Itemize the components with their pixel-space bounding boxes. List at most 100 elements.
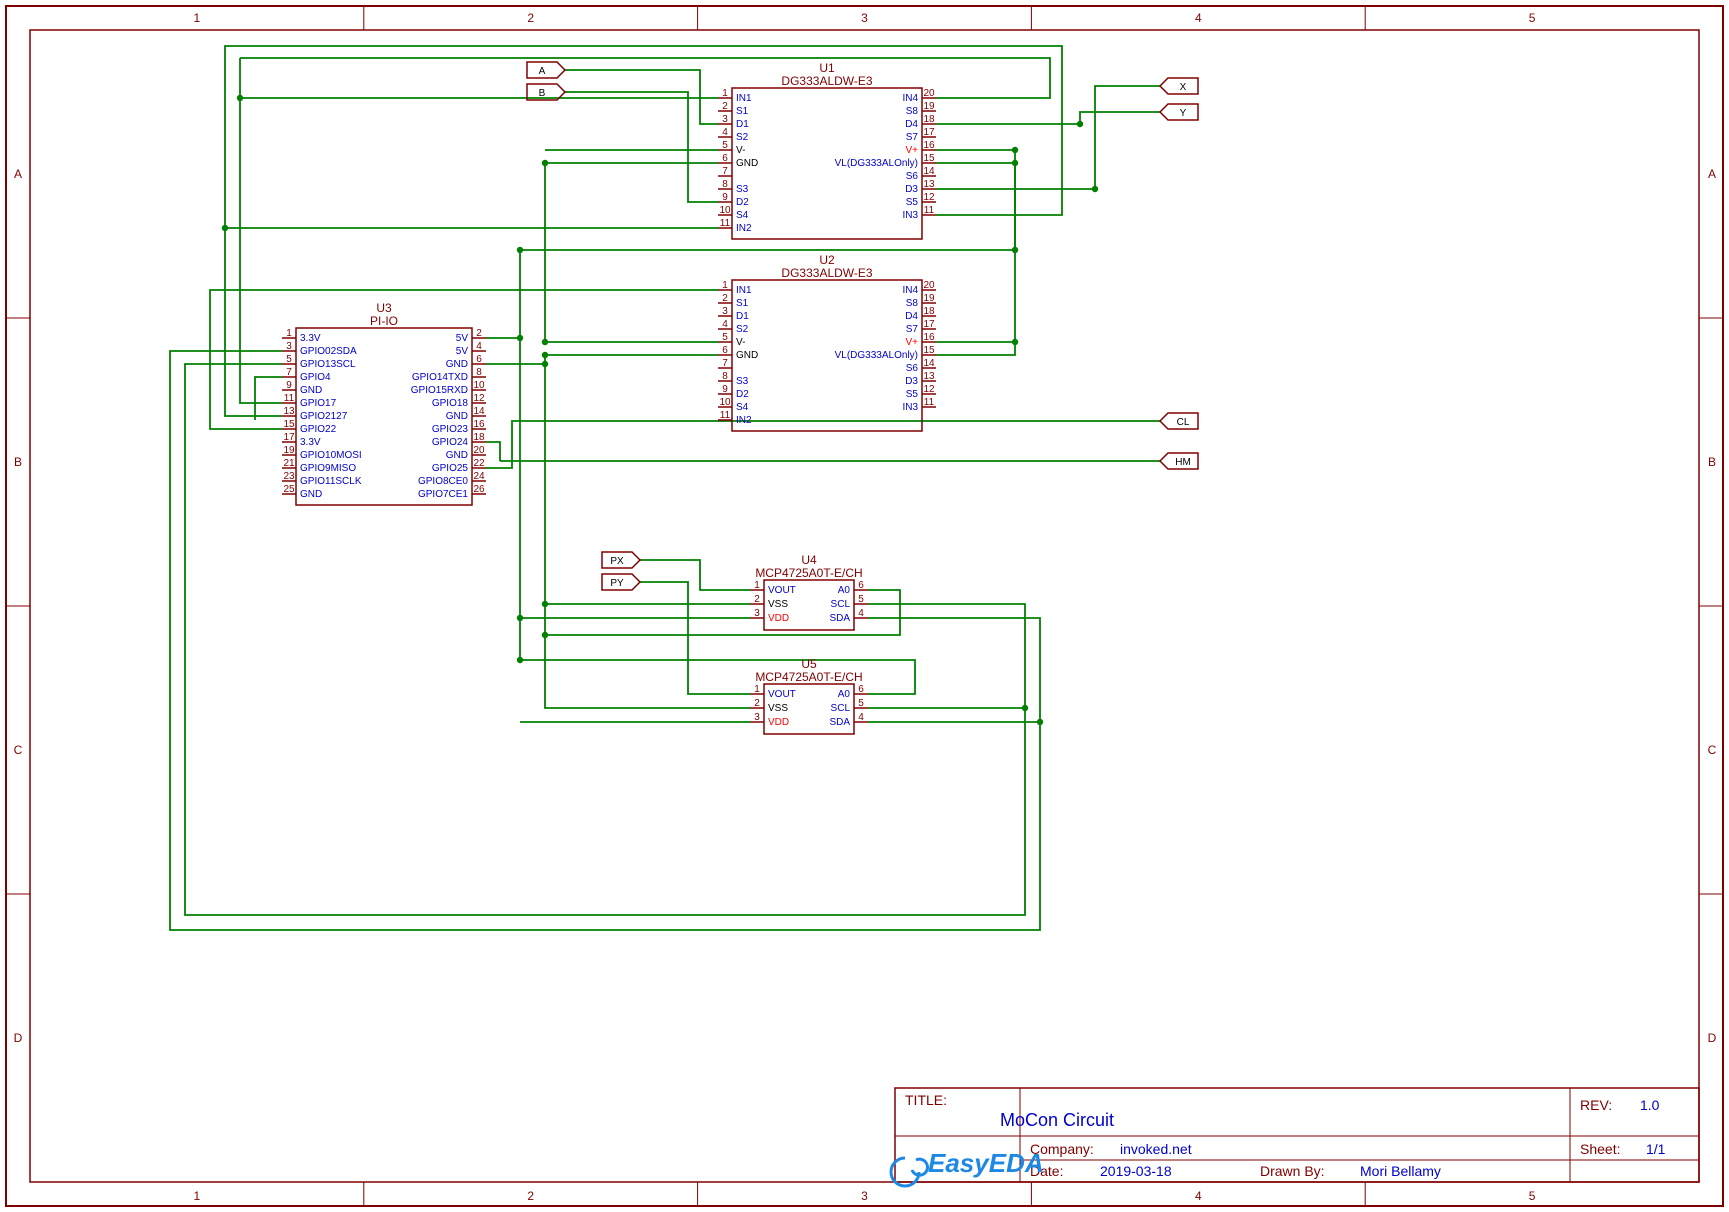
svg-text:5: 5 <box>858 594 864 605</box>
svg-text:24: 24 <box>473 471 485 482</box>
svg-text:S4: S4 <box>736 402 749 413</box>
svg-text:3: 3 <box>861 11 868 25</box>
svg-text:7: 7 <box>722 358 728 369</box>
svg-text:4: 4 <box>722 127 728 138</box>
sheet-frame-outer <box>6 6 1723 1206</box>
svg-text:GPIO24: GPIO24 <box>432 437 469 448</box>
svg-text:4: 4 <box>722 319 728 330</box>
svg-text:A: A <box>14 167 22 181</box>
svg-text:VDD: VDD <box>768 717 789 728</box>
svg-text:GPIO10MOSI: GPIO10MOSI <box>300 450 362 461</box>
rev-label: REV: <box>1580 1097 1612 1113</box>
svg-text:Y: Y <box>1180 108 1187 119</box>
svg-text:10: 10 <box>719 397 731 408</box>
svg-text:GPIO2127: GPIO2127 <box>300 411 348 422</box>
sheet-value: 1/1 <box>1646 1141 1666 1157</box>
svg-text:18: 18 <box>923 114 935 125</box>
svg-text:B: B <box>539 88 546 99</box>
netlabel-HM: HM <box>1160 453 1198 469</box>
U1-ref: U1 <box>819 61 835 75</box>
svg-text:1: 1 <box>722 280 728 291</box>
U5-component: U5MCP4725A0T-E/CH1VOUT2VSS3VDD6A05SCL4SD… <box>750 657 868 734</box>
date-value: 2019-03-18 <box>1100 1163 1172 1179</box>
svg-text:S7: S7 <box>906 324 919 335</box>
svg-text:GPIO13SCL: GPIO13SCL <box>300 359 356 370</box>
svg-text:IN1: IN1 <box>736 93 752 104</box>
svg-text:1: 1 <box>194 11 201 25</box>
svg-text:8: 8 <box>722 179 728 190</box>
svg-text:VOUT: VOUT <box>768 689 796 700</box>
svg-text:GPIO18: GPIO18 <box>432 398 469 409</box>
svg-text:VL(DG333ALOnly): VL(DG333ALOnly) <box>835 158 918 169</box>
svg-text:GND: GND <box>300 385 322 396</box>
easyeda-logo: EasyEDA <box>891 1148 1044 1186</box>
svg-text:S2: S2 <box>736 132 749 143</box>
svg-text:2: 2 <box>527 1189 534 1203</box>
U5-part: MCP4725A0T-E/CH <box>755 670 862 684</box>
svg-text:D4: D4 <box>905 311 918 322</box>
svg-text:5: 5 <box>722 332 728 343</box>
svg-text:11: 11 <box>720 410 731 421</box>
svg-text:IN4: IN4 <box>902 285 918 296</box>
drawnby-value: Mori Bellamy <box>1360 1163 1441 1179</box>
svg-text:S4: S4 <box>736 210 749 221</box>
svg-text:2: 2 <box>722 101 728 112</box>
svg-text:V+: V+ <box>905 337 918 348</box>
svg-text:GND: GND <box>446 411 468 422</box>
svg-text:D: D <box>14 1031 23 1045</box>
svg-text:2: 2 <box>476 328 482 339</box>
svg-text:5: 5 <box>858 698 864 709</box>
svg-text:20: 20 <box>473 445 485 456</box>
svg-text:PY: PY <box>610 578 624 589</box>
svg-text:1: 1 <box>722 88 728 99</box>
svg-text:16: 16 <box>923 332 935 343</box>
svg-text:S5: S5 <box>906 389 919 400</box>
svg-text:16: 16 <box>473 419 485 430</box>
svg-text:IN2: IN2 <box>736 223 752 234</box>
svg-text:17: 17 <box>923 319 935 330</box>
svg-text:14: 14 <box>473 406 485 417</box>
svg-text:11: 11 <box>284 393 295 404</box>
svg-text:3: 3 <box>861 1189 868 1203</box>
svg-text:16: 16 <box>923 140 935 151</box>
svg-text:GPIO8CE0: GPIO8CE0 <box>418 476 468 487</box>
sheet-label: Sheet: <box>1580 1141 1620 1157</box>
svg-text:A0: A0 <box>838 585 851 596</box>
svg-text:13: 13 <box>923 371 935 382</box>
svg-text:2: 2 <box>527 11 534 25</box>
svg-text:GPIO17: GPIO17 <box>300 398 337 409</box>
netlabel-PY: PY <box>602 574 640 590</box>
svg-text:20: 20 <box>923 280 935 291</box>
U3-component: U3PI-IO13.3V3GPIO02SDA5GPIO13SCL7GPIO49G… <box>282 301 486 505</box>
svg-text:23: 23 <box>283 471 295 482</box>
svg-text:12: 12 <box>923 384 935 395</box>
svg-text:3.3V: 3.3V <box>300 437 321 448</box>
svg-text:2: 2 <box>722 293 728 304</box>
svg-text:3: 3 <box>722 114 728 125</box>
svg-text:C: C <box>14 743 23 757</box>
svg-text:4: 4 <box>1195 1189 1202 1203</box>
U3-ref: U3 <box>376 301 392 315</box>
svg-text:5: 5 <box>1529 1189 1536 1203</box>
svg-text:V+: V+ <box>905 145 918 156</box>
sheet-frame-inner <box>30 30 1699 1182</box>
svg-text:S8: S8 <box>906 298 919 309</box>
svg-text:3: 3 <box>754 712 760 723</box>
svg-text:D1: D1 <box>736 311 749 322</box>
svg-text:14: 14 <box>923 166 935 177</box>
U1-part: DG333ALDW-E3 <box>781 74 872 88</box>
svg-text:S8: S8 <box>906 106 919 117</box>
svg-text:S6: S6 <box>906 363 919 374</box>
svg-text:X: X <box>1180 82 1187 93</box>
svg-text:9: 9 <box>722 384 728 395</box>
svg-text:7: 7 <box>286 367 292 378</box>
U2-part: DG333ALDW-E3 <box>781 266 872 280</box>
svg-text:5: 5 <box>722 140 728 151</box>
svg-text:A0: A0 <box>838 689 851 700</box>
svg-text:PX: PX <box>610 556 624 567</box>
svg-text:SCL: SCL <box>831 703 851 714</box>
svg-text:22: 22 <box>473 458 485 469</box>
svg-text:13: 13 <box>923 179 935 190</box>
svg-text:IN4: IN4 <box>902 93 918 104</box>
svg-text:S6: S6 <box>906 171 919 182</box>
